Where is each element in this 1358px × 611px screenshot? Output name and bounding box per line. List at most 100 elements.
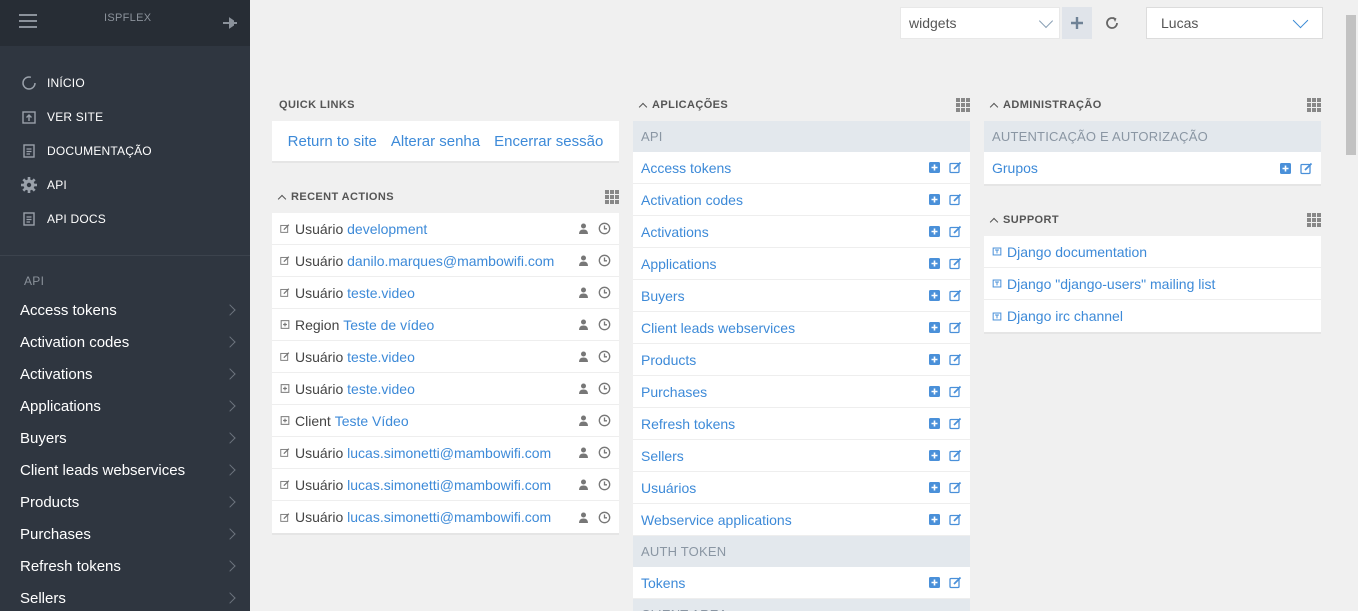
collapse-icon[interactable] <box>989 217 999 226</box>
edit-icon[interactable] <box>949 257 962 270</box>
sidebar-item-access-tokens[interactable]: Access tokens <box>0 294 250 326</box>
app-model-link[interactable]: Activations <box>641 224 709 240</box>
sidebar-item-products[interactable]: Products <box>0 486 250 518</box>
app-group-header[interactable]: AUTH TOKEN <box>633 536 970 567</box>
recent-action-object-link[interactable]: lucas.simonetti@mambowifi.com <box>347 509 551 525</box>
app-model-link[interactable]: Webservice applications <box>641 512 792 528</box>
app-group-header[interactable]: CLIENT AREA <box>633 599 970 611</box>
sidebar-item-refresh-tokens[interactable]: Refresh tokens <box>0 550 250 582</box>
add-icon[interactable] <box>928 289 941 302</box>
collapse-icon[interactable] <box>989 102 999 111</box>
add-widget-button[interactable] <box>1062 7 1092 39</box>
user-icon <box>577 511 590 524</box>
nav-item-api-docs[interactable]: API DOCS <box>0 202 250 236</box>
scrollbar-thumb[interactable] <box>1346 15 1356 155</box>
clock-icon <box>598 382 611 395</box>
nav-item-ver-site[interactable]: VER SITE <box>0 100 250 134</box>
edit-icon[interactable] <box>949 225 962 238</box>
app-model-link[interactable]: Grupos <box>992 160 1038 176</box>
edit-icon[interactable] <box>949 576 962 589</box>
document-icon <box>20 142 38 160</box>
recent-action-object-link[interactable]: Teste de vídeo <box>343 317 434 333</box>
aplicacoes-header: APLICAÇÕES <box>633 89 970 121</box>
add-icon[interactable] <box>928 161 941 174</box>
edit-icon[interactable] <box>949 321 962 334</box>
recent-action-object-link[interactable]: lucas.simonetti@mambowifi.com <box>347 477 551 493</box>
add-icon[interactable] <box>928 481 941 494</box>
add-icon[interactable] <box>928 225 941 238</box>
add-icon[interactable] <box>928 257 941 270</box>
add-icon[interactable] <box>928 385 941 398</box>
collapse-icon[interactable] <box>638 102 648 111</box>
widgets-select[interactable]: widgets <box>900 7 1060 39</box>
add-icon[interactable] <box>928 353 941 366</box>
sidebar-item-client-leads-webservices[interactable]: Client leads webservices <box>0 454 250 486</box>
nav-item-documenta-o[interactable]: DOCUMENTAÇÃO <box>0 134 250 168</box>
nav-item-in-cio[interactable]: INÍCIO <box>0 66 250 100</box>
app-model-link[interactable]: Purchases <box>641 384 707 400</box>
edit-icon[interactable] <box>949 417 962 430</box>
recent-action-object-link[interactable]: Teste Vídeo <box>335 413 409 429</box>
pin-icon[interactable] <box>220 14 238 32</box>
sidebar-item-activations[interactable]: Activations <box>0 358 250 390</box>
app-group-header[interactable]: AUTENTICAÇÃO E AUTORIZAÇÃO <box>984 121 1321 152</box>
edit-icon[interactable] <box>949 513 962 526</box>
sidebar-item-applications[interactable]: Applications <box>0 390 250 422</box>
edit-icon[interactable] <box>1300 162 1313 175</box>
edit-icon[interactable] <box>949 289 962 302</box>
add-icon[interactable] <box>928 449 941 462</box>
edit-icon[interactable] <box>949 449 962 462</box>
quick-links-card: Return to site Alterar senha Encerrar sess… <box>272 121 619 163</box>
app-model-link[interactable]: Buyers <box>641 288 685 304</box>
model-actions <box>920 321 962 334</box>
collapse-icon[interactable] <box>277 194 287 203</box>
add-icon[interactable] <box>928 513 941 526</box>
sidebar-item-purchases[interactable]: Purchases <box>0 518 250 550</box>
add-icon[interactable] <box>928 193 941 206</box>
nav-item-api[interactable]: API <box>0 168 250 202</box>
grid-drag-icon[interactable] <box>1307 98 1321 112</box>
app-model-link[interactable]: Sellers <box>641 448 684 464</box>
add-icon[interactable] <box>928 417 941 430</box>
sidebar-item-sellers[interactable]: Sellers <box>0 582 250 611</box>
recent-action-object-link[interactable]: teste.video <box>347 381 415 397</box>
app-model-link[interactable]: Products <box>641 352 696 368</box>
add-icon[interactable] <box>928 321 941 334</box>
recent-action-object-link[interactable]: lucas.simonetti@mambowifi.com <box>347 445 551 461</box>
edit-icon[interactable] <box>949 161 962 174</box>
reset-dashboard-button[interactable] <box>1100 11 1124 35</box>
recent-action-object-link[interactable]: teste.video <box>347 349 415 365</box>
grid-drag-icon[interactable] <box>956 98 970 112</box>
model-actions <box>920 257 962 270</box>
app-model-link[interactable]: Refresh tokens <box>641 416 735 432</box>
add-icon[interactable] <box>928 576 941 589</box>
sidebar-item-buyers[interactable]: Buyers <box>0 422 250 454</box>
recent-action-object-link[interactable]: danilo.marques@mambowifi.com <box>347 253 554 269</box>
app-group-header[interactable]: API <box>633 121 970 152</box>
user-select[interactable]: Lucas <box>1146 7 1323 39</box>
grid-drag-icon[interactable] <box>1307 213 1321 227</box>
sidebar-item-activation-codes[interactable]: Activation codes <box>0 326 250 358</box>
app-model-link[interactable]: Activation codes <box>641 192 743 208</box>
quick-link[interactable]: Alterar senha <box>391 133 480 150</box>
quick-link[interactable]: Return to site <box>288 133 377 150</box>
support-link[interactable]: Django "django-users" mailing list <box>1007 276 1215 292</box>
recent-action-object-link[interactable]: teste.video <box>347 285 415 301</box>
edit-icon[interactable] <box>949 353 962 366</box>
edit-icon[interactable] <box>949 385 962 398</box>
grid-drag-icon[interactable] <box>605 190 619 204</box>
app-model-link[interactable]: Usuários <box>641 480 696 496</box>
app-model-link[interactable]: Client leads webservices <box>641 320 795 336</box>
support-link[interactable]: Django irc channel <box>1007 308 1123 324</box>
app-model-link[interactable]: Access tokens <box>641 160 731 176</box>
menu-toggle-icon[interactable] <box>19 14 37 28</box>
add-icon[interactable] <box>1279 162 1292 175</box>
quick-link[interactable]: Encerrar sessão <box>494 133 603 150</box>
app-model-link[interactable]: Applications <box>641 256 717 272</box>
app-model-link[interactable]: Tokens <box>641 575 685 591</box>
recent-action-object-link[interactable]: development <box>347 221 427 237</box>
edit-icon[interactable] <box>949 481 962 494</box>
page-scrollbar[interactable] <box>1343 0 1358 611</box>
support-link[interactable]: Django documentation <box>1007 244 1147 260</box>
edit-icon[interactable] <box>949 193 962 206</box>
